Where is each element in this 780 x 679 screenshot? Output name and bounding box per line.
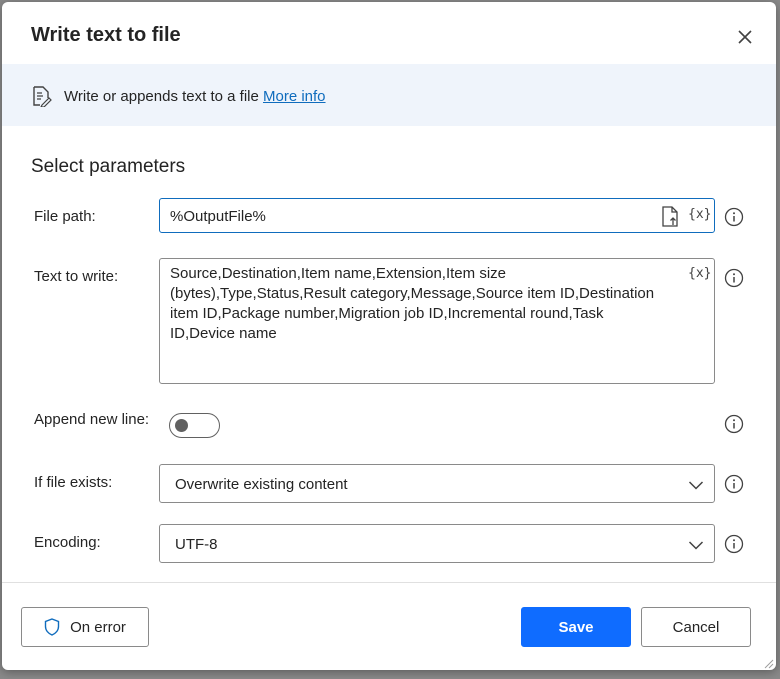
if-file-exists-value: Overwrite existing content [175,476,348,493]
more-info-link[interactable]: More info [263,88,326,105]
cancel-button[interactable]: Cancel [641,607,751,647]
section-title: Select parameters [31,156,186,177]
encoding-value: UTF-8 [175,536,218,553]
encoding-dropdown[interactable]: UTF-8 [159,524,715,563]
if-file-exists-label: If file exists: [34,474,113,491]
insert-variable-button[interactable]: {x} [688,266,711,281]
resize-grip-icon[interactable] [762,657,774,669]
insert-variable-button[interactable]: {x} [688,207,711,222]
dialog-title: Write text to file [31,24,181,46]
if-file-exists-dropdown[interactable]: Overwrite existing content [159,464,715,503]
chevron-down-icon [688,541,704,550]
on-error-button[interactable]: On error [21,607,149,647]
banner-description: Write or appends text to a file More inf… [64,88,326,105]
footer-divider [2,582,776,583]
info-icon[interactable] [724,207,744,227]
append-new-line-label: Append new line: [34,411,150,428]
file-path-value: %OutputFile% [170,208,266,225]
chevron-down-icon [688,481,704,490]
encoding-label: Encoding: [34,534,101,551]
info-icon[interactable] [724,268,744,288]
file-path-label: File path: [34,208,96,225]
file-path-input[interactable]: %OutputFile% {x} [159,198,715,233]
document-edit-icon [33,86,52,107]
close-icon [738,30,752,44]
toggle-knob [175,419,188,432]
info-icon[interactable] [724,474,744,494]
write-text-to-file-dialog: Write text to file Write or appends text… [2,2,776,670]
append-new-line-toggle[interactable] [169,413,220,438]
file-select-icon[interactable] [660,206,680,228]
close-button[interactable] [733,25,757,49]
on-error-label: On error [70,618,126,636]
banner-text: Write or appends text to a file [64,88,259,105]
text-to-write-label: Text to write: [34,268,119,285]
text-to-write-textarea[interactable]: Source,Destination,Item name,Extension,I… [159,258,715,384]
shield-icon [44,618,60,636]
info-banner: Write or appends text to a file More inf… [2,64,776,126]
info-icon[interactable] [724,534,744,554]
save-button[interactable]: Save [521,607,631,647]
info-icon[interactable] [724,414,744,434]
text-to-write-value: Source,Destination,Item name,Extension,I… [170,265,655,342]
